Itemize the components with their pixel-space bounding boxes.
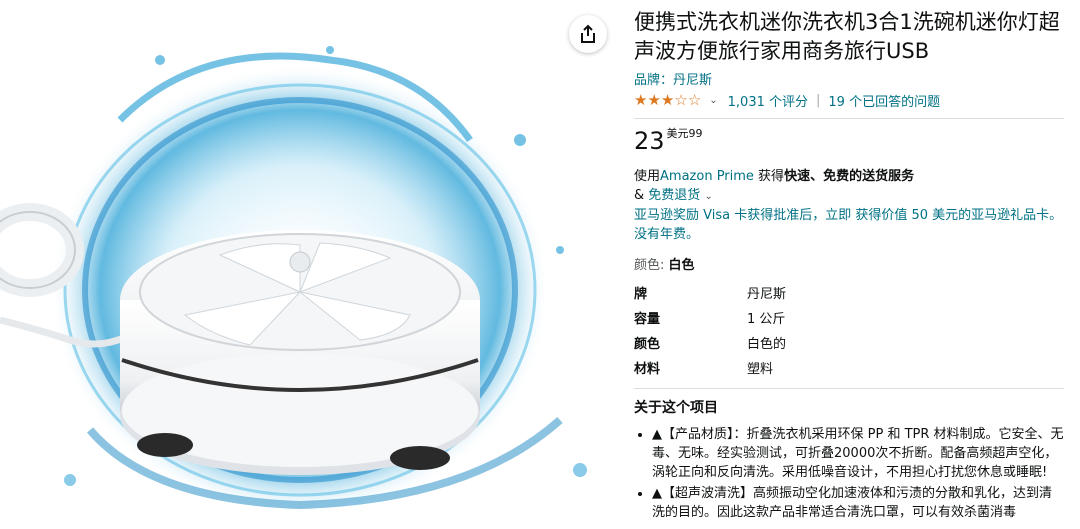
star-full-icon: ★	[660, 91, 675, 109]
spec-row: 牌 丹尼斯	[634, 280, 1064, 305]
prime-mid: 获得	[753, 169, 785, 184]
ratings-count-link[interactable]: 1,031 个评分	[728, 91, 808, 110]
prime-link[interactable]: Amazon Prime	[660, 169, 754, 184]
spec-value: 1 公斤	[747, 312, 786, 327]
returns-link[interactable]: 免费退货	[648, 188, 700, 203]
star-empty-icon: ☆	[674, 91, 688, 109]
brand-link[interactable]: 品牌：丹尼斯	[634, 69, 1064, 88]
star-full-icon: ★	[647, 91, 661, 109]
returns-line: & 免费退货 ⌄	[634, 186, 1064, 206]
product-image-panel[interactable]	[0, 0, 615, 529]
visa-offer-link[interactable]: 亚马逊奖励 Visa 卡获得批准后，立即 获得价值 50 美元的亚马逊礼品卡。没…	[634, 206, 1064, 244]
about-bullets: ▲【产品材质】：折叠洗衣机采用环保 PP 和 TPR 材料制成。它安全、无毒、无…	[634, 425, 1064, 522]
divider	[634, 118, 1064, 119]
spec-row: 颜色 白色的	[634, 330, 1064, 355]
list-item: ▲【超声波清洗】高频振动空化加速液体和污渍的分散和乳化，达到清洗的目的。因此这款…	[652, 484, 1064, 522]
spec-table: 牌 丹尼斯 容量 1 公斤 颜色 白色的 材料 塑料	[634, 280, 1064, 380]
prime-bold: 快速、免费的送货服务	[784, 169, 915, 184]
star-empty-icon: ☆	[687, 91, 702, 109]
spec-row: 容量 1 公斤	[634, 305, 1064, 330]
color-label: 颜色:	[634, 258, 669, 273]
prime-prefix: 使用	[634, 169, 661, 184]
color-value: 白色	[668, 258, 695, 273]
divider	[634, 388, 1064, 389]
spec-value: 塑料	[747, 362, 774, 377]
product-title: 便携式洗衣机迷你洗衣机3合1洗碗机迷你灯超声波方便旅行家用商务旅行USB	[634, 10, 1060, 63]
spec-value: 白色的	[747, 337, 787, 352]
answered-questions-link[interactable]: 19 个已回答的问题	[828, 91, 940, 110]
price-fraction: 美元99	[666, 127, 703, 140]
returns-prefix: &	[634, 188, 649, 203]
price-whole: 23	[634, 127, 665, 155]
spec-value: 丹尼斯	[747, 287, 787, 302]
chevron-down-icon[interactable]: ⌄	[709, 95, 717, 106]
about-title: 关于这个项目	[634, 400, 718, 416]
star-rating[interactable]: ★★★☆☆	[634, 91, 701, 109]
rating-row: ★★★☆☆ ⌄ 1,031 个评分 | 19 个已回答的问题	[634, 90, 1064, 110]
spec-key: 牌	[634, 287, 648, 302]
star-full-icon: ★	[634, 91, 648, 109]
spec-key: 颜色	[634, 337, 661, 352]
chevron-down-icon[interactable]: ⌄	[704, 191, 712, 202]
product-details: 便携式洗衣机迷你洗衣机3合1洗碗机迷你灯超声波方便旅行家用商务旅行USB 品牌：…	[634, 8, 1064, 529]
separator: |	[816, 92, 821, 108]
spec-key: 材料	[634, 362, 661, 377]
spec-row: 材料 塑料	[634, 355, 1064, 380]
share-button[interactable]	[569, 15, 607, 53]
list-item: ▲【产品材质】：折叠洗衣机采用环保 PP 和 TPR 材料制成。它安全、无毒、无…	[652, 425, 1064, 482]
product-image	[0, 46, 587, 515]
prime-shipping: 使用Amazon Prime 获得快速、免费的送货服务	[634, 167, 1064, 186]
share-icon	[581, 24, 595, 43]
price: 23 美元99	[634, 127, 1064, 155]
color-selection: 颜色: 白色	[634, 254, 1064, 274]
spec-key: 容量	[634, 312, 661, 327]
